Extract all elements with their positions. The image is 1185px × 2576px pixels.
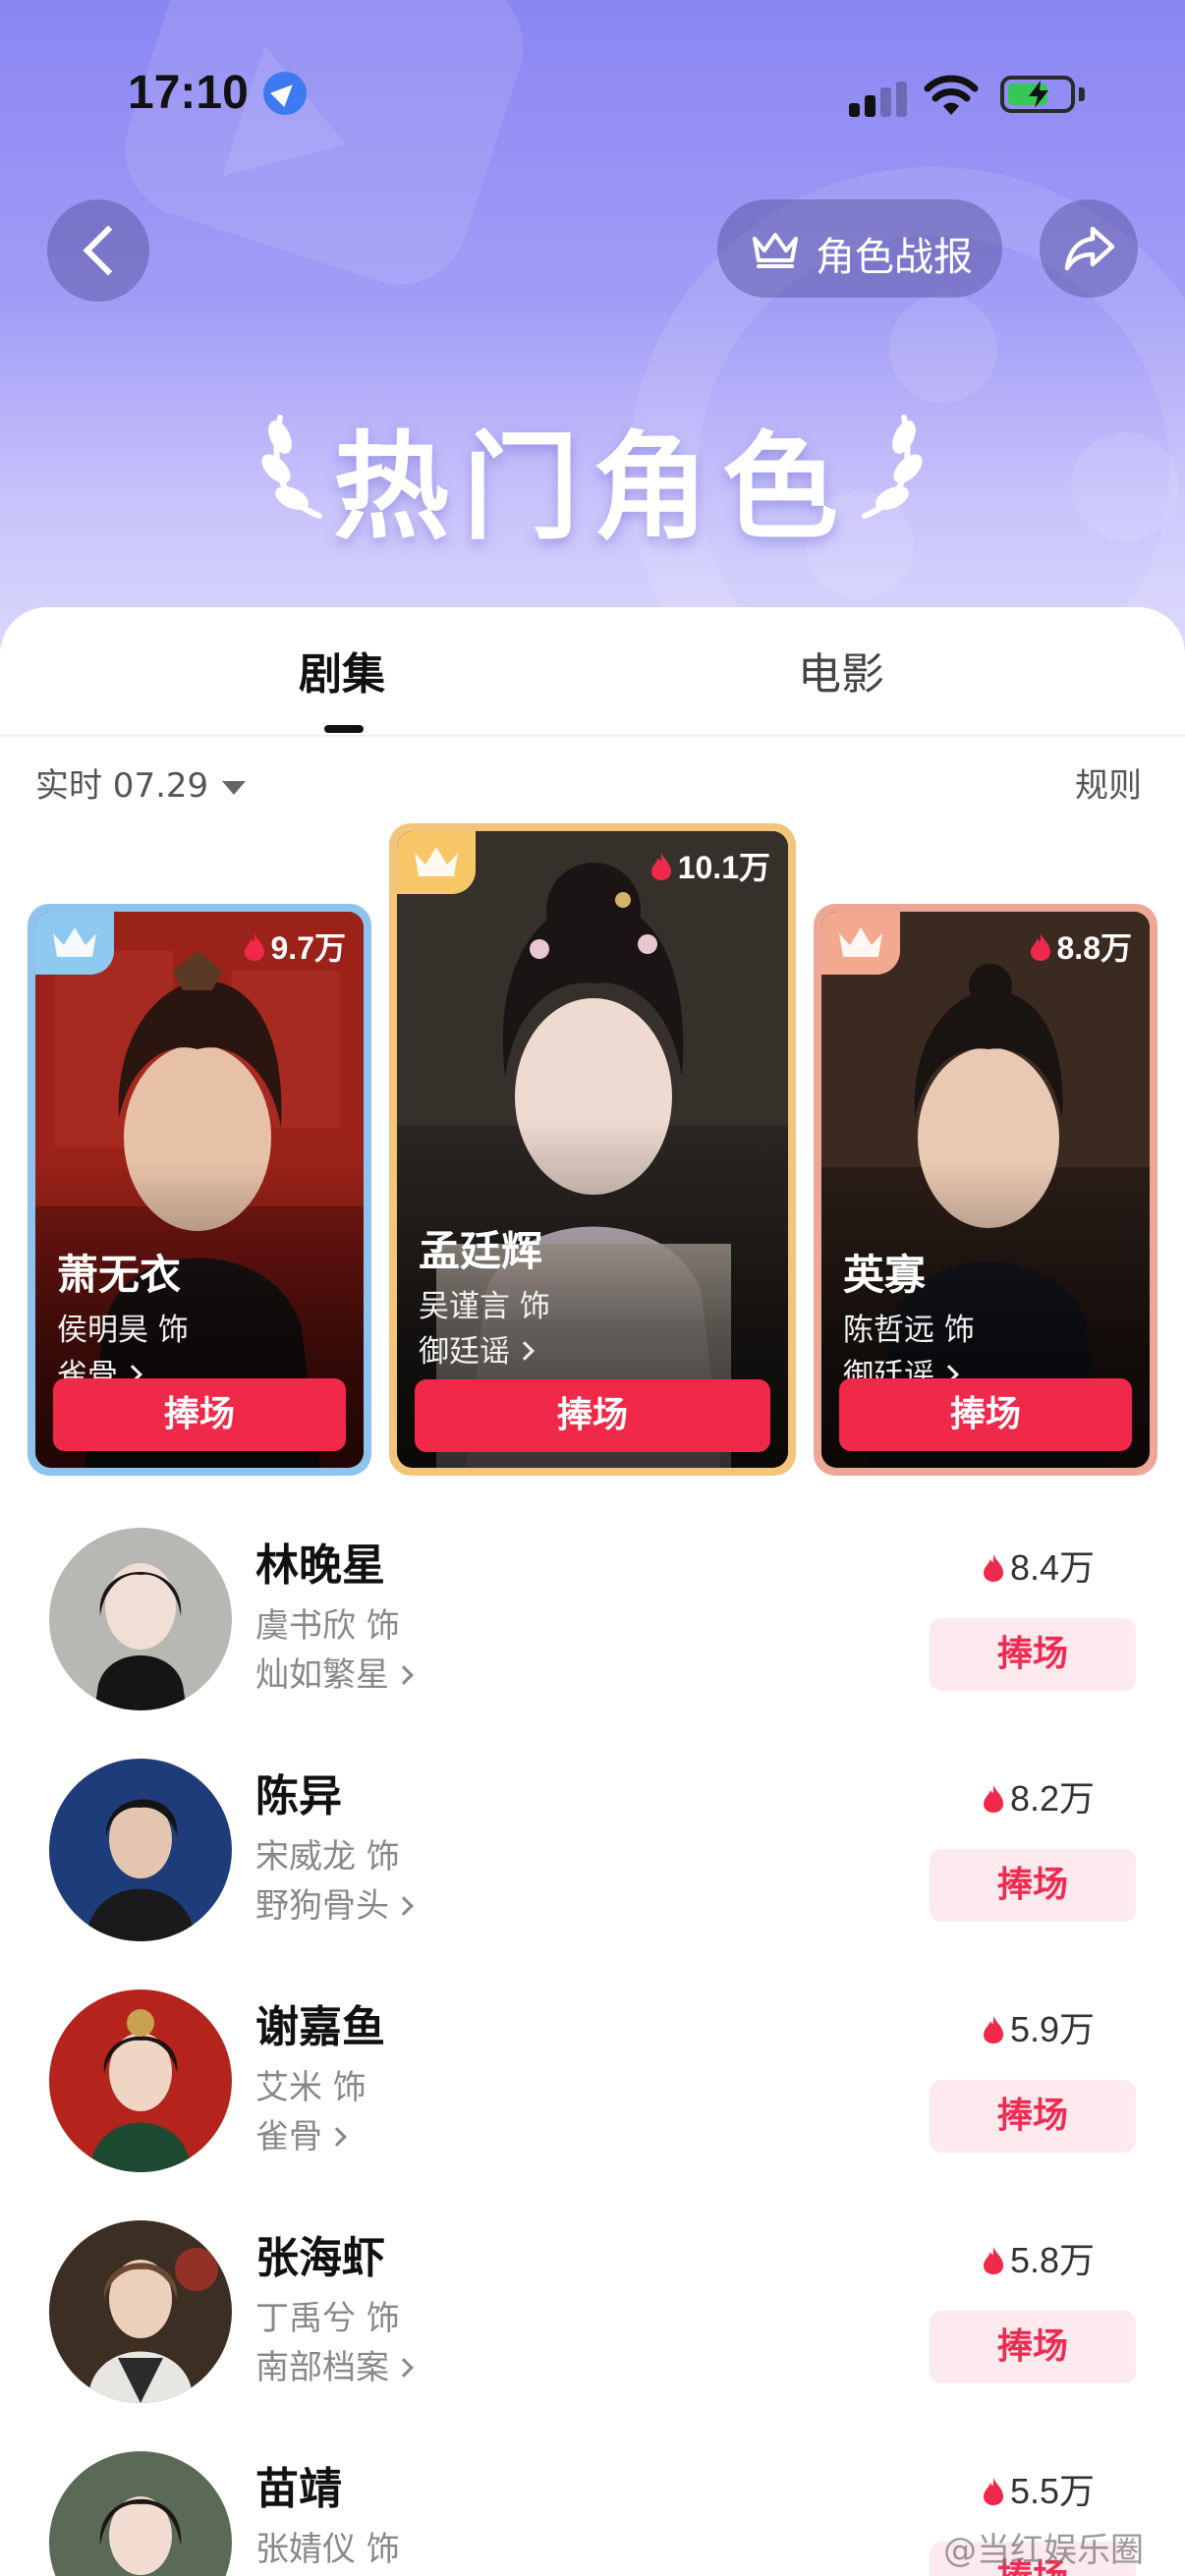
flame-icon xyxy=(650,853,671,880)
tab-movies[interactable]: 电影 xyxy=(798,639,884,701)
character-name: 陈异 xyxy=(255,1771,342,1821)
character-name: 谢嘉鱼 xyxy=(255,2002,385,2052)
rank-badge xyxy=(821,912,900,975)
actor-credit: 张婧仪 饰 xyxy=(255,2530,400,2569)
list-item[interactable]: 张海虾 丁禹兮 饰 南部档案 5.8万 捧场 xyxy=(0,2220,1185,2451)
list-item[interactable]: 林晚星 虞书欣 饰 灿如繁星 8.4万 捧场 xyxy=(0,1528,1185,1759)
top-card-rank-2[interactable]: 9.7万 萧无衣 侯明昊 饰 雀骨 捧场 xyxy=(28,904,371,1476)
chevron-right-icon xyxy=(327,2127,347,2147)
cheer-button[interactable]: 捧场 xyxy=(839,1378,1132,1451)
flame-icon xyxy=(983,1785,1003,1813)
character-name: 林晚星 xyxy=(255,1540,385,1591)
clock: 17:10 xyxy=(128,67,249,119)
actor-credit: 艾米 饰 xyxy=(255,2068,367,2107)
list-item[interactable]: 谢嘉鱼 艾米 饰 雀骨 5.9万 捧场 xyxy=(0,1989,1185,2220)
actor-credit: 宋威龙 饰 xyxy=(255,1837,400,1876)
character-name: 苗靖 xyxy=(255,2464,342,2514)
status-bar: 17:10 xyxy=(0,54,1185,133)
active-tab-indicator xyxy=(324,725,364,733)
show-link[interactable]: 野狗骨头 xyxy=(255,1878,414,1927)
battery-icon xyxy=(1000,76,1075,113)
cheer-button[interactable]: 捧场 xyxy=(930,1618,1136,1691)
avatar xyxy=(49,2220,232,2403)
chevron-right-icon xyxy=(515,1341,535,1361)
location-icon xyxy=(263,72,307,115)
tab-divider xyxy=(0,735,1185,737)
show-link[interactable]: 南部档案 xyxy=(255,2340,414,2388)
avatar xyxy=(49,1528,232,1710)
top-card-rank-1[interactable]: 10.1万 孟廷辉 吴谨言 饰 御廷谣 捧场 xyxy=(389,823,796,1476)
cheer-button[interactable]: 捧场 xyxy=(930,2080,1136,2153)
show-link[interactable]: 御廷谣 xyxy=(419,1326,535,1371)
battery-cap xyxy=(1079,87,1085,101)
date-filter-label: 实时 07.29 xyxy=(35,766,209,806)
heat-count: 9.7万 xyxy=(244,924,346,969)
heat-count: 5.9万 xyxy=(983,2001,1095,2052)
avatar xyxy=(49,1759,232,1941)
flame-icon xyxy=(983,2247,1003,2274)
show-link[interactable]: 灿如繁星 xyxy=(255,1648,414,1696)
dropdown-arrow-icon xyxy=(222,780,247,795)
heat-count: 5.5万 xyxy=(983,2463,1095,2514)
flame-icon xyxy=(1030,933,1050,961)
rank-badge xyxy=(35,912,114,975)
cheer-button[interactable]: 捧场 xyxy=(930,1849,1136,1922)
hero-title: 热门角色 xyxy=(332,420,852,555)
crown-icon xyxy=(415,847,458,876)
avatar xyxy=(49,2451,232,2576)
share-button[interactable] xyxy=(1040,199,1138,298)
cheer-button[interactable]: 捧场 xyxy=(53,1378,346,1451)
actor-credit: 丁禹兮 饰 xyxy=(255,2299,400,2338)
cheer-button[interactable]: 捧场 xyxy=(930,2311,1136,2383)
avatar xyxy=(49,1989,232,2172)
watermark: @当红娱乐圈 xyxy=(943,2531,1144,2570)
cheer-button[interactable]: 捧场 xyxy=(415,1379,770,1452)
date-filter-dropdown[interactable]: 实时 07.29 xyxy=(35,758,247,807)
back-button[interactable] xyxy=(47,199,149,302)
heat-count: 10.1万 xyxy=(650,843,770,888)
share-arrow-icon xyxy=(1064,226,1115,271)
crown-icon xyxy=(53,927,96,957)
list-item[interactable]: 陈异 宋威龙 饰 野狗骨头 8.2万 捧场 xyxy=(0,1759,1185,1989)
tab-series[interactable]: 剧集 xyxy=(299,639,385,701)
reel-hole xyxy=(889,295,997,403)
character-name: 英寡 xyxy=(843,1251,927,1299)
heat-count: 5.8万 xyxy=(983,2232,1095,2283)
actor-credit: 侯明昊 饰 xyxy=(57,1313,189,1348)
heat-count: 8.8万 xyxy=(1030,924,1132,969)
character-name: 孟廷辉 xyxy=(419,1227,543,1275)
chevron-right-icon xyxy=(394,2358,414,2378)
cellular-signal-icon xyxy=(849,82,908,117)
flame-icon xyxy=(983,2478,1003,2505)
rules-link[interactable]: 规则 xyxy=(1075,758,1142,807)
crown-icon xyxy=(839,927,882,957)
heat-count: 8.2万 xyxy=(983,1770,1095,1821)
laurel-right-icon xyxy=(862,415,923,519)
actor-credit: 陈哲远 饰 xyxy=(843,1313,975,1348)
actor-credit: 吴谨言 饰 xyxy=(419,1289,550,1324)
chevron-right-icon xyxy=(394,1665,414,1685)
character-name: 张海虾 xyxy=(255,2233,385,2283)
rank-badge xyxy=(397,831,476,894)
chevron-right-icon xyxy=(394,1896,414,1916)
crown-icon xyxy=(753,233,798,268)
character-name: 萧无衣 xyxy=(57,1251,182,1299)
top-card-rank-3[interactable]: 8.8万 英寡 陈哲远 饰 御廷谣 捧场 xyxy=(814,904,1157,1476)
flame-icon xyxy=(983,1554,1003,1582)
flame-icon xyxy=(244,933,264,961)
actor-credit: 虞书欣 饰 xyxy=(255,1606,400,1646)
battle-report-button[interactable]: 角色战报 xyxy=(717,199,1002,298)
heat-count: 8.4万 xyxy=(983,1540,1095,1591)
wifi-icon xyxy=(924,75,979,115)
flame-icon xyxy=(983,2016,1003,2044)
battle-report-label: 角色战报 xyxy=(816,235,973,280)
show-link[interactable]: 雀骨 xyxy=(255,2109,347,2157)
